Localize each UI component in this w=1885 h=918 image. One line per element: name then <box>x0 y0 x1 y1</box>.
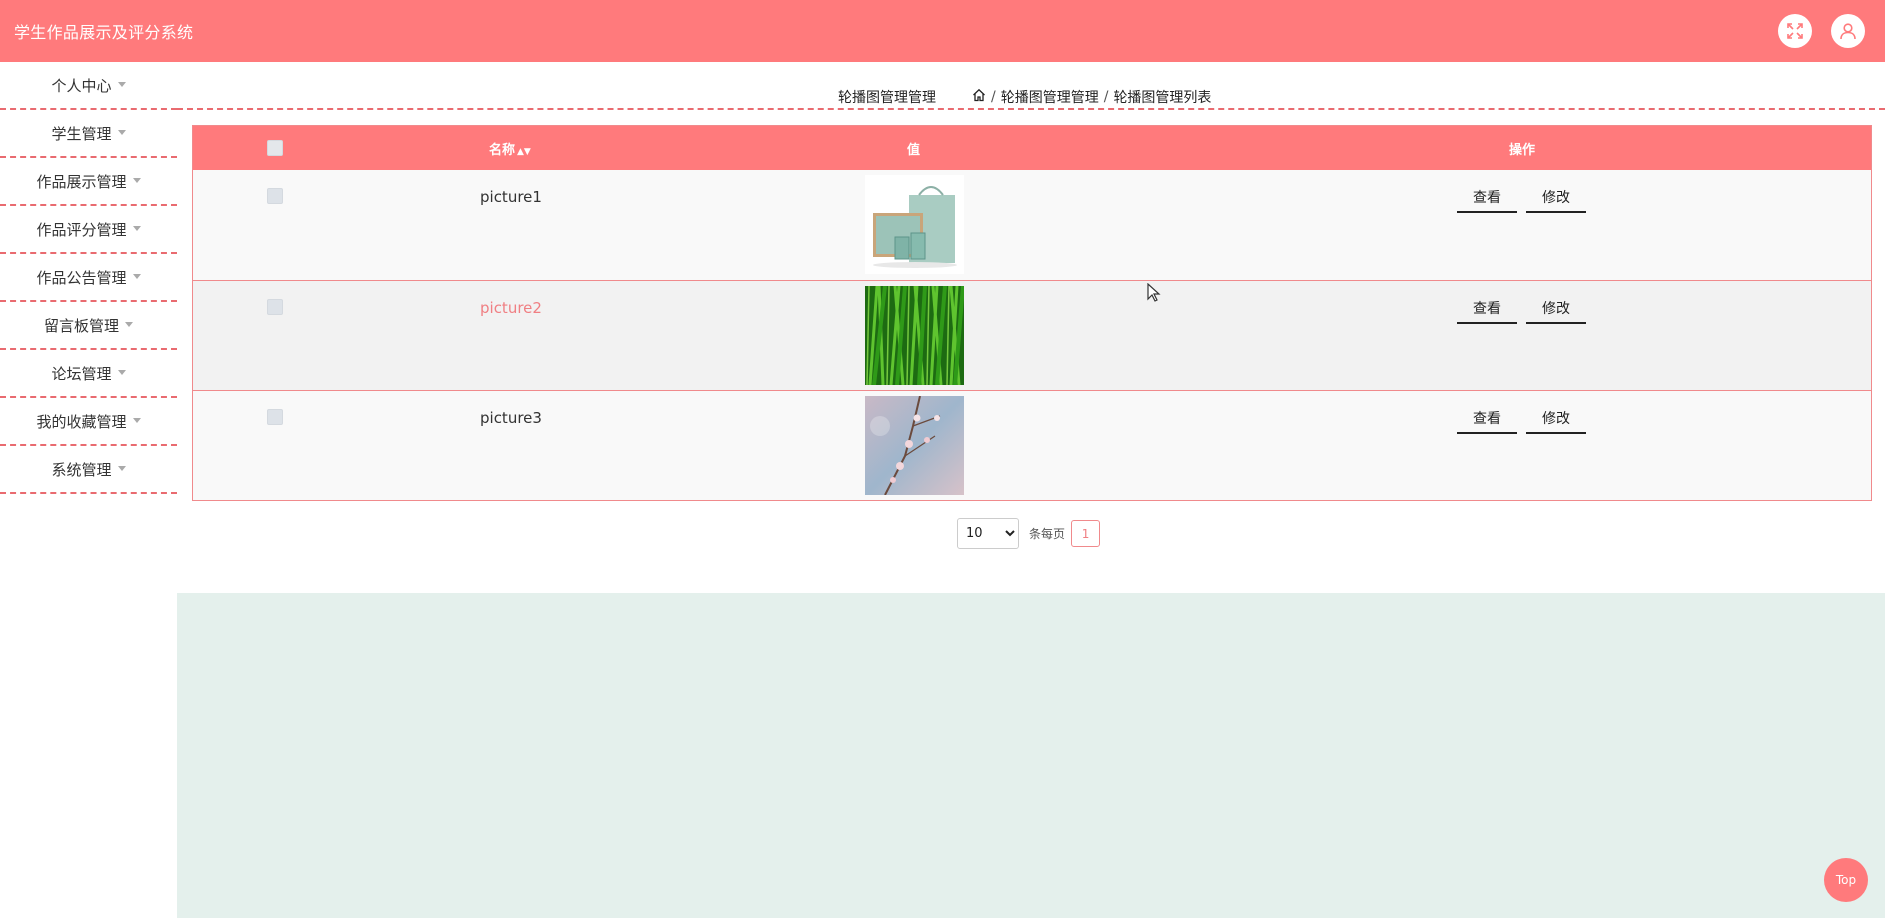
caret-down-icon <box>132 417 141 423</box>
sidebar-item-message-board[interactable]: 留言板管理 <box>0 302 177 350</box>
carousel-table: 名称 ▲▼ 值 操作 picture1 查看 修改 picture2 查看 修改… <box>192 125 1872 501</box>
row-name: picture1 <box>480 188 542 206</box>
sidebar-menu: 个人中心 学生管理 作品展示管理 作品评分管理 作品公告管理 留言板管理 论坛管… <box>0 62 177 494</box>
breadcrumb-separator: / <box>991 89 996 105</box>
page-title: 轮播图管理管理 <box>838 90 936 106</box>
row-name: picture3 <box>480 409 542 427</box>
gift-box-thumbnail <box>865 175 964 274</box>
app-title: 学生作品展示及评分系统 <box>14 23 194 42</box>
edit-button[interactable]: 修改 <box>1526 298 1586 324</box>
green-grass-thumbnail <box>865 286 964 385</box>
breadcrumb-separator: / <box>1103 89 1109 105</box>
sidebar-item-label: 论坛管理 <box>51 364 112 383</box>
caret-down-icon <box>117 81 126 87</box>
breadcrumb-level1[interactable]: 轮播图管理管理 <box>1001 87 1099 107</box>
fullscreen-icon[interactable] <box>1778 14 1812 48</box>
content-background <box>177 593 1885 918</box>
home-icon[interactable] <box>972 88 986 106</box>
caret-down-icon <box>117 465 126 471</box>
caret-down-icon <box>117 129 126 135</box>
row-name: picture2 <box>480 299 542 317</box>
table-row: picture2 查看 修改 <box>193 280 1871 390</box>
back-to-top-button[interactable]: Top <box>1824 858 1868 902</box>
row-checkbox[interactable] <box>267 299 283 315</box>
user-icon[interactable] <box>1831 14 1865 48</box>
sidebar-item-label: 作品评分管理 <box>36 220 127 239</box>
row-checkbox[interactable] <box>267 409 283 425</box>
caret-down-icon <box>132 225 141 231</box>
select-all-checkbox[interactable] <box>267 140 283 156</box>
view-button[interactable]: 查看 <box>1457 187 1517 213</box>
sidebar-item-label: 我的收藏管理 <box>36 412 127 431</box>
view-button[interactable]: 查看 <box>1457 408 1517 434</box>
mouse-cursor-icon <box>1147 282 1161 307</box>
sidebar-item-works-rating[interactable]: 作品评分管理 <box>0 206 177 254</box>
sidebar-item-label: 留言板管理 <box>43 316 119 335</box>
sidebar-item-personal-center[interactable]: 个人中心 <box>0 62 177 110</box>
column-header-name[interactable]: 名称 ▲▼ <box>489 139 531 158</box>
per-page-label: 条每页 <box>1029 527 1066 541</box>
sidebar-item-favorites[interactable]: 我的收藏管理 <box>0 398 177 446</box>
view-button[interactable]: 查看 <box>1457 298 1517 324</box>
edit-button[interactable]: 修改 <box>1526 187 1586 213</box>
sidebar-item-student-management[interactable]: 学生管理 <box>0 110 177 158</box>
breadcrumb-bar: 轮播图管理管理 / 轮播图管理管理 / 轮播图管理列表 <box>177 62 1885 110</box>
page-size-select[interactable]: 10 <box>957 518 1019 549</box>
sidebar-item-label: 个人中心 <box>51 76 112 95</box>
pagination: 10 条每页 1 <box>957 518 1101 549</box>
blossom-branch-thumbnail <box>865 396 964 495</box>
table-row: picture1 查看 修改 <box>193 170 1871 280</box>
sidebar-item-label: 系统管理 <box>51 460 112 479</box>
caret-down-icon <box>117 369 126 375</box>
column-header-name-label: 名称 <box>489 142 516 158</box>
edit-button[interactable]: 修改 <box>1526 408 1586 434</box>
sidebar-item-label: 学生管理 <box>51 124 112 143</box>
sort-icon[interactable]: ▲▼ <box>517 147 531 157</box>
sidebar-item-works-announcement[interactable]: 作品公告管理 <box>0 254 177 302</box>
table-header: 名称 ▲▼ 值 操作 <box>193 126 1871 170</box>
sidebar-item-label: 作品展示管理 <box>36 172 127 191</box>
sidebar-item-system[interactable]: 系统管理 <box>0 446 177 494</box>
breadcrumb-level2: 轮播图管理列表 <box>1113 90 1212 106</box>
sidebar-item-label: 作品公告管理 <box>36 268 127 287</box>
breadcrumb: / 轮播图管理管理 / 轮播图管理列表 <box>972 87 1211 107</box>
table-row: picture3 查看 修改 <box>193 390 1871 500</box>
sidebar-item-works-display[interactable]: 作品展示管理 <box>0 158 177 206</box>
row-checkbox[interactable] <box>267 188 283 204</box>
page-number-button[interactable]: 1 <box>1071 520 1101 547</box>
sidebar-item-forum[interactable]: 论坛管理 <box>0 350 177 398</box>
top-header: 学生作品展示及评分系统 <box>0 0 1885 62</box>
caret-down-icon <box>125 321 133 327</box>
caret-down-icon <box>132 273 141 279</box>
column-header-actions: 操作 <box>1509 142 1536 158</box>
caret-down-icon <box>132 177 141 183</box>
column-header-value: 值 <box>907 142 921 158</box>
